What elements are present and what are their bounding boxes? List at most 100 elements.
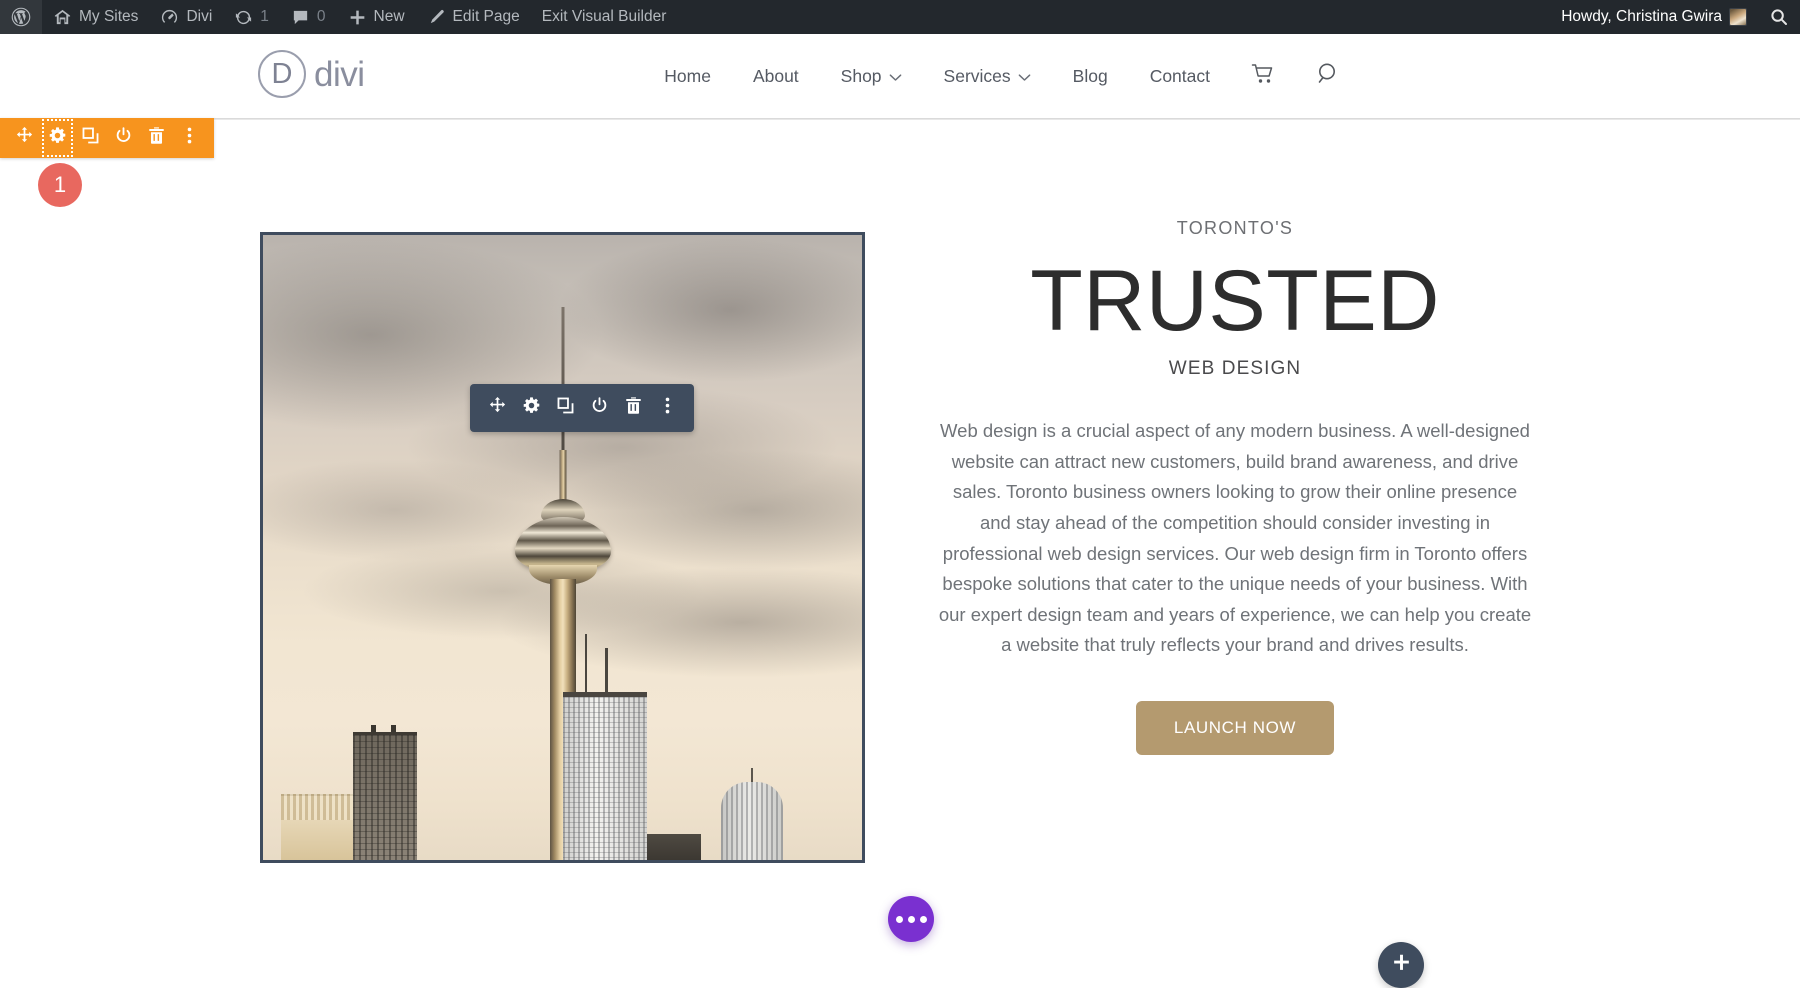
chevron-down-icon [1018,66,1031,87]
body-paragraph: Web design is a crucial aspect of any mo… [930,416,1540,660]
module-disable-button[interactable] [582,384,616,432]
skyline-building-2-windows [353,735,417,860]
updates-icon [234,8,253,27]
chevron-down-icon [889,66,902,87]
howdy-label: Howdy, Christina Gwira [1561,8,1722,26]
admin-bar-item-divi[interactable]: Divi [149,0,223,34]
admin-bar-item-comments[interactable]: 0 [280,0,337,34]
admin-bar-item-new[interactable]: New [337,0,416,34]
skyline-building-4-spire [751,768,753,782]
page-settings-fab[interactable] [888,896,934,942]
nav-label-shop: Shop [841,66,882,87]
plus-icon [348,8,367,27]
section-settings-button[interactable] [41,118,74,158]
image-module[interactable] [260,232,865,863]
page-title: TRUSTED [930,257,1540,346]
move-arrows-icon [15,126,34,150]
dashboard-icon [160,8,179,27]
power-icon [114,126,133,150]
duplicate-icon [556,396,575,420]
subtitle-text: WEB DESIGN [930,358,1540,380]
nav-label-contact: Contact [1150,66,1210,87]
admin-bar-label-edit-page: Edit Page [453,8,520,26]
nav-item-services[interactable]: Services [923,34,1052,118]
move-arrows-icon [488,396,507,420]
nav-label-about: About [753,66,799,87]
wp-admin-bar: My Sites Divi 1 0 New [0,0,1800,34]
section-duplicate-button[interactable] [74,118,107,158]
sites-icon [53,8,72,27]
admin-bar-my-account[interactable]: Howdy, Christina Gwira [1550,0,1758,34]
section-move-button[interactable] [8,118,41,158]
skyline-building-2-antenna-b [391,725,396,732]
skyline-building-5 [643,834,701,860]
admin-bar-item-my-sites[interactable]: My Sites [42,0,149,34]
updates-count: 1 [260,8,269,26]
divi-logo-mark-icon: D [258,50,306,98]
three-dots-icon [908,916,915,923]
avatar [1729,8,1747,26]
section-order-badge: 1 [38,163,82,207]
skyline-building-2-antenna-a [371,725,376,732]
nav-label-blog: Blog [1073,66,1108,87]
module-move-button[interactable] [480,384,514,432]
nav-item-contact[interactable]: Contact [1129,34,1231,118]
wordpress-logo-icon [11,7,31,27]
three-dots-icon [896,916,903,923]
pencil-icon [427,8,446,27]
admin-bar-item-exit-visual-builder[interactable]: Exit Visual Builder [531,0,678,34]
kebab-menu-icon [180,126,199,150]
section-more-button[interactable] [173,118,206,158]
nav-item-home[interactable]: Home [643,34,732,118]
module-toolbar [470,384,694,432]
module-duplicate-button[interactable] [548,384,582,432]
nav-label-services: Services [944,66,1011,87]
cart-button[interactable] [1231,63,1296,90]
skyline-building-3-windows [563,697,647,860]
divi-logo-wordmark: divi [314,57,365,92]
gear-icon [522,396,541,420]
admin-bar-label-exit-visual-builder: Exit Visual Builder [542,8,667,26]
trash-icon [624,396,643,420]
nav-item-shop[interactable]: Shop [820,34,923,118]
plus-icon [1391,952,1412,978]
cn-tower-photo [263,235,862,860]
skyline-building-1-windows [281,794,359,820]
skyline-building-3-spire-b [605,648,608,692]
skyline-building-3-spire-a [585,634,587,692]
comments-count: 0 [317,8,326,26]
trash-icon [147,126,166,150]
admin-bar-label-my-sites: My Sites [79,8,138,26]
skyline-building-4-windows [721,782,783,860]
three-dots-icon [920,916,927,923]
eyebrow-text: TORONTO'S [930,218,1540,239]
builder-column-right: TORONTO'S TRUSTED WEB DESIGN Web design … [930,218,1540,755]
tower-antenna [561,307,564,455]
nav-item-about[interactable]: About [732,34,820,118]
site-search-button[interactable] [1296,61,1362,92]
search-icon [1769,7,1789,27]
power-icon [590,396,609,420]
module-more-button[interactable] [650,384,684,432]
site-logo[interactable]: D divi [258,50,365,98]
page-canvas: 1 [0,118,1800,849]
builder-row: TORONTO'S TRUSTED WEB DESIGN Web design … [0,118,1800,849]
wp-logo-button[interactable] [0,0,42,34]
admin-bar-label-divi: Divi [186,8,212,26]
section-disable-button[interactable] [107,118,140,158]
admin-bar-item-updates[interactable]: 1 [223,0,280,34]
gear-icon [48,126,67,150]
builder-column-left [260,232,865,863]
add-section-button[interactable] [1378,942,1424,988]
section-delete-button[interactable] [140,118,173,158]
main-navigation: Home About Shop Services Blog [643,34,1800,118]
duplicate-icon [81,126,100,150]
shopping-cart-icon [1251,63,1276,90]
module-settings-button[interactable] [514,384,548,432]
admin-bar-item-edit-page[interactable]: Edit Page [416,0,531,34]
nav-label-home: Home [664,66,711,87]
module-delete-button[interactable] [616,384,650,432]
admin-bar-search-button[interactable] [1758,0,1800,34]
launch-now-button[interactable]: LAUNCH NOW [1136,701,1334,755]
nav-item-blog[interactable]: Blog [1052,34,1129,118]
